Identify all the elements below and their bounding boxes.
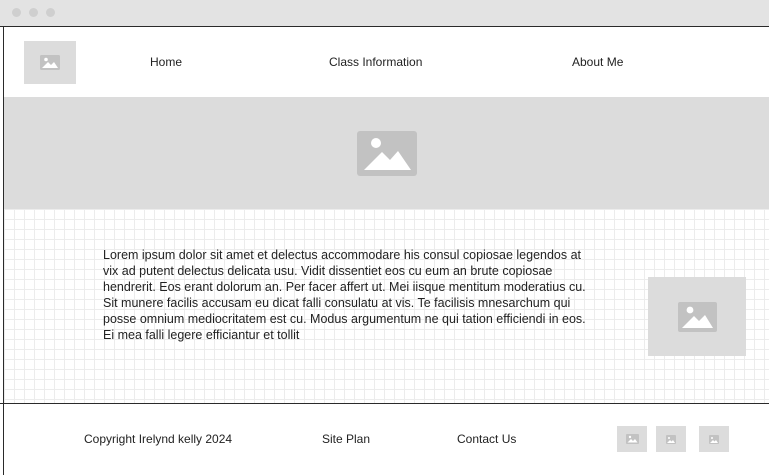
image-placeholder-icon (356, 130, 417, 176)
social-link-3[interactable] (699, 426, 729, 452)
main-content-section: Lorem ipsum dolor sit amet et delectus a… (4, 209, 769, 403)
side-image-placeholder (648, 277, 746, 356)
hero-banner-placeholder (4, 97, 769, 209)
nav-home-link[interactable]: Home (150, 55, 182, 69)
image-placeholder-icon (709, 434, 719, 444)
logo-placeholder[interactable] (24, 41, 76, 84)
body-paragraph: Lorem ipsum dolor sit amet et delectus a… (103, 248, 586, 342)
social-link-2[interactable] (656, 426, 686, 452)
social-link-1[interactable] (617, 426, 647, 452)
window-titlebar (0, 0, 769, 27)
nav-class-information-link[interactable]: Class Information (329, 55, 422, 69)
image-placeholder-icon (666, 434, 676, 444)
nav-about-me-link[interactable]: About Me (572, 55, 623, 69)
image-placeholder-icon (40, 55, 60, 70)
image-placeholder-icon (677, 301, 717, 332)
copyright-text: Copyright Irelynd kelly 2024 (84, 432, 233, 446)
contact-us-link[interactable]: Contact Us (457, 432, 516, 446)
image-placeholder-icon (625, 434, 639, 444)
site-header: Home Class Information About Me (4, 27, 769, 97)
maximize-dot-icon[interactable] (46, 8, 55, 17)
site-plan-link[interactable]: Site Plan (322, 432, 370, 446)
minimize-dot-icon[interactable] (29, 8, 38, 17)
close-dot-icon[interactable] (12, 8, 21, 17)
site-footer: Copyright Irelynd kelly 2024 Site Plan C… (4, 404, 769, 475)
